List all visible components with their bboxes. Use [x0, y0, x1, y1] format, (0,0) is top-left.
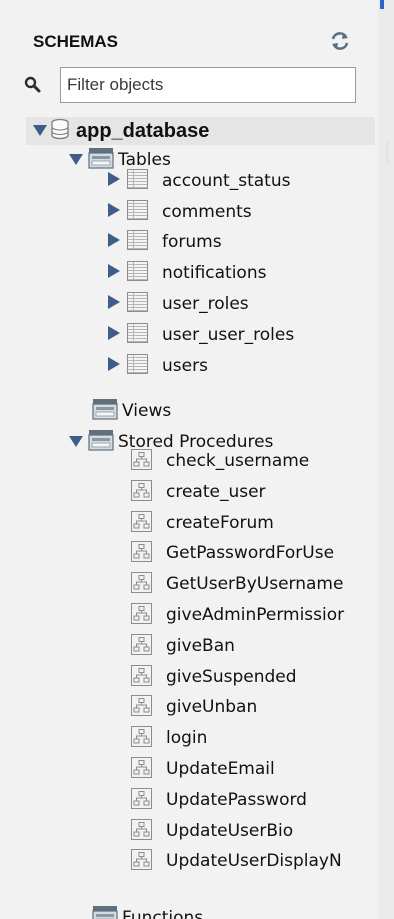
procedure-icon [131, 694, 152, 720]
caret-expanded-icon [68, 433, 84, 452]
table-icon [127, 200, 148, 224]
folder-icon [92, 905, 118, 919]
tree-group-functions[interactable]: Functions [92, 903, 203, 919]
tree-item-table[interactable]: notifications [105, 258, 266, 288]
caret-collapsed-icon [105, 202, 121, 222]
caret-collapsed-icon [105, 356, 121, 376]
tree-item-procedure-label: giveSuspended [166, 667, 297, 687]
tree-item-procedure[interactable]: GetPasswordForUse [131, 538, 334, 568]
schema-app-database-label: app_database [76, 119, 210, 142]
procedure-icon [131, 510, 152, 536]
procedure-icon [131, 725, 152, 751]
tree-item-table-label: users [162, 356, 208, 376]
tree-item-table[interactable]: users [105, 351, 208, 381]
caret-collapsed-icon [105, 263, 121, 283]
tree-item-procedure[interactable]: login [131, 723, 207, 753]
tree-item-table-label: forums [162, 232, 222, 252]
procedure-icon [131, 479, 152, 505]
filter-row [0, 66, 378, 106]
tree-item-procedure-label: giveAdminPermissior [166, 605, 345, 625]
tree-item-procedure-label: GetPasswordForUse [166, 543, 335, 563]
tree-item-table-label: user_roles [162, 294, 249, 314]
tree-item-procedure-label: UpdatePassword [166, 790, 307, 810]
procedure-icon [131, 540, 152, 566]
procedure-icon [131, 818, 152, 844]
tree-item-procedure[interactable]: giveUnban [131, 692, 257, 722]
tree-group-views[interactable]: Views [92, 396, 171, 426]
table-icon [127, 354, 148, 378]
tree-item-procedure[interactable]: UpdateEmail [131, 754, 275, 784]
procedure-icon [131, 448, 152, 474]
caret-collapsed-icon [105, 294, 121, 314]
tree-item-procedure-label: check_username [166, 451, 310, 471]
table-icon [127, 292, 148, 316]
table-icon [127, 261, 148, 285]
tree-item-procedure[interactable]: giveAdminPermissior [131, 600, 344, 630]
tree-item-procedure[interactable]: giveSuspended [131, 662, 297, 692]
tree-item-procedure-label: create_user [166, 482, 266, 502]
tree-item-table[interactable]: comments [105, 197, 252, 227]
tree-item-procedure-label: GetUserByUsername [166, 574, 344, 594]
caret-expanded-icon [68, 151, 84, 170]
tree-item-procedure-label: giveUnban [166, 697, 258, 717]
tree-item-procedure[interactable]: createForum [131, 508, 274, 538]
refresh-icon[interactable] [329, 30, 351, 52]
tree-item-table-label: notifications [162, 263, 267, 283]
tree-item-procedure-label: login [166, 728, 208, 748]
procedure-icon [131, 756, 152, 782]
folder-icon [92, 398, 118, 424]
tree-item-procedure[interactable]: giveBan [131, 631, 235, 661]
folder-icon [88, 429, 114, 455]
tree-item-procedure-label: UpdateUserDisplayN [166, 851, 342, 871]
search-icon [24, 76, 42, 98]
tree-item-procedure-label: giveBan [166, 636, 235, 656]
tree-item-table[interactable]: forums [105, 227, 222, 257]
tree-item-table-label: comments [162, 202, 252, 222]
procedure-icon [131, 848, 152, 874]
tree-item-procedure-label: UpdateUserBio [166, 821, 294, 841]
tree-item-table-label: user_user_roles [162, 325, 295, 345]
tree-item-procedure[interactable]: UpdatePassword [131, 785, 307, 815]
schemas-header: SCHEMAS [0, 0, 378, 62]
tree-item-table-label: account_status [162, 171, 291, 191]
editor-divider [386, 142, 389, 164]
tree-item-table[interactable]: user_user_roles [105, 320, 294, 350]
filter-objects-input[interactable] [60, 67, 356, 103]
tree-item-table[interactable]: user_roles [105, 289, 249, 319]
table-icon [127, 323, 148, 347]
table-icon [127, 169, 148, 193]
caret-collapsed-icon [105, 325, 121, 345]
tree-item-procedure[interactable]: create_user [131, 477, 266, 507]
procedure-icon [131, 664, 152, 690]
tree-item-procedure-label: UpdateEmail [166, 759, 275, 779]
tree-item-procedure[interactable]: check_username [131, 446, 309, 476]
editor-edge [378, 0, 394, 919]
schemas-title: SCHEMAS [33, 32, 119, 51]
procedure-icon [131, 602, 152, 628]
procedure-icon [131, 787, 152, 813]
tree-item-procedure[interactable]: UpdateUserDisplayN [131, 846, 342, 876]
tree-item-table[interactable]: account_status [105, 166, 290, 196]
table-icon [127, 230, 148, 254]
tree-item-procedure[interactable]: GetUserByUsername [131, 569, 343, 599]
tree-item-procedure-label: createForum [166, 513, 274, 533]
caret-collapsed-icon [105, 171, 121, 191]
procedure-icon [131, 633, 152, 659]
procedure-icon [131, 571, 152, 597]
caret-collapsed-icon [105, 232, 121, 252]
schema-navigator-panel: SCHEMAS app_databaseTablesaccount_status… [0, 0, 378, 919]
schema-app-database[interactable]: app_database [26, 117, 375, 145]
database-icon [50, 118, 70, 144]
tree-group-views-label: Views [122, 401, 172, 421]
tree-group-functions-label: Functions [122, 908, 204, 919]
active-tab-indicator [380, 0, 384, 9]
tree-item-procedure[interactable]: UpdateUserBio [131, 816, 293, 846]
caret-expanded-icon [32, 122, 48, 141]
